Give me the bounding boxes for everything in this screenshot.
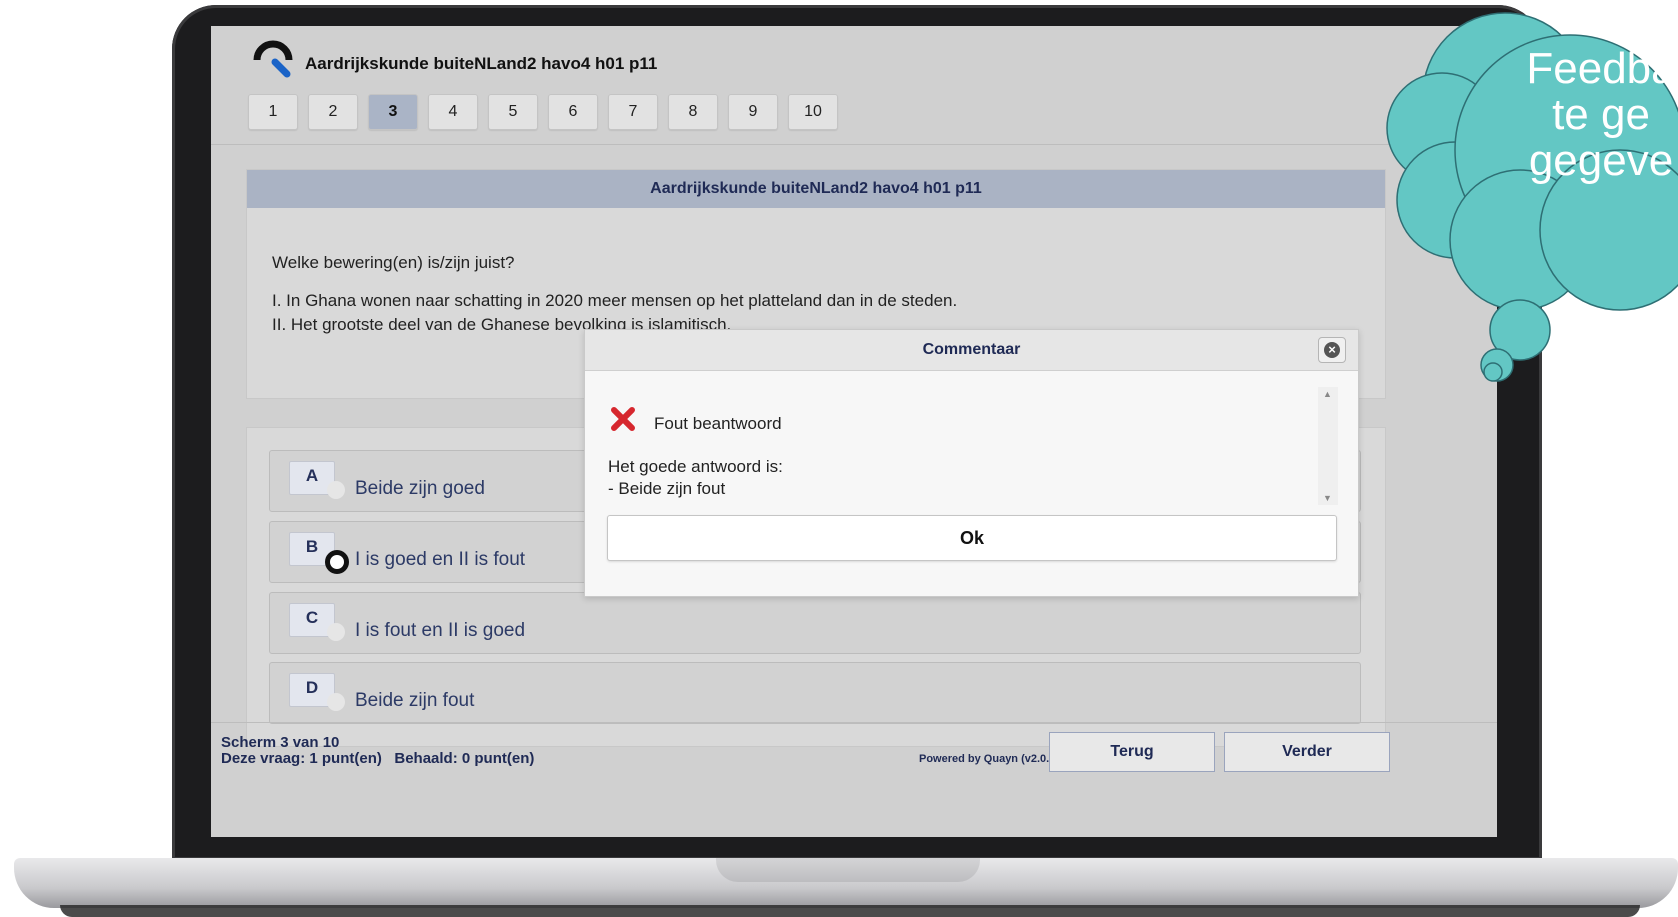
callout-text: Feedba te ge gegeve (1524, 46, 1678, 184)
question-pager: 1 2 3 4 5 6 7 8 9 10 (248, 94, 838, 130)
callout-line-2: te ge (1552, 90, 1650, 139)
question-statement-1: I. In Ghana wonen naar schatting in 2020… (272, 291, 958, 310)
correct-answer-label: Het goede antwoord is: (608, 457, 783, 476)
question-prompt: Welke bewering(en) is/zijn juist? (272, 253, 515, 272)
back-button[interactable]: Terug (1049, 732, 1215, 772)
radio-button[interactable] (327, 693, 345, 711)
ok-button[interactable]: Ok (607, 515, 1337, 561)
next-button[interactable]: Verder (1224, 732, 1390, 772)
header-divider (211, 144, 1497, 145)
footer-divider (211, 722, 1497, 723)
points-status: Deze vraag: 1 punt(en) Behaald: 0 punt(e… (221, 750, 535, 767)
radio-button[interactable] (327, 623, 345, 641)
error-cross-icon (611, 407, 635, 431)
answer-option-d[interactable]: D Beide zijn fout (269, 662, 1361, 724)
dialog-header: Commentaar × (585, 330, 1358, 371)
dialog-scrollbar[interactable]: ▲ ▼ (1318, 387, 1338, 505)
callout-line-1: Feedba (1526, 46, 1676, 93)
page-button-1[interactable]: 1 (248, 94, 298, 130)
radio-button-selected[interactable] (325, 550, 349, 574)
quayn-logo-icon (253, 40, 293, 78)
app-screen: Aardrijkskunde buiteNLand2 havo4 h01 p11… (211, 26, 1497, 837)
radio-button[interactable] (327, 481, 345, 499)
page-button-4[interactable]: 4 (428, 94, 478, 130)
dialog-body: Fout beantwoord Het goede antwoord is: -… (585, 371, 1358, 596)
laptop-shadow (60, 905, 1640, 917)
page-button-3[interactable]: 3 (368, 94, 418, 130)
page-button-8[interactable]: 8 (668, 94, 718, 130)
page-button-2[interactable]: 2 (308, 94, 358, 130)
laptop-notch (716, 858, 980, 882)
option-label: I is goed en II is fout (355, 549, 526, 570)
option-label: I is fout en II is goed (355, 620, 526, 641)
page-button-7[interactable]: 7 (608, 94, 658, 130)
feedback-dialog: Commentaar × Fout beantwoord Het goede a… (584, 329, 1359, 597)
dialog-title: Commentaar (922, 341, 1021, 358)
callout-line-3: gegeve (1528, 136, 1674, 184)
answer-option-c[interactable]: C I is fout en II is goed (269, 592, 1361, 654)
option-label: Beide zijn fout (355, 690, 475, 711)
correct-answer-value: - Beide zijn fout (608, 479, 726, 498)
screen-counter: Scherm 3 van 10 (221, 734, 340, 751)
result-text: Fout beantwoord (654, 414, 782, 433)
question-header: Aardrijkskunde buiteNLand2 havo4 h01 p11 (247, 170, 1385, 208)
close-icon[interactable]: × (1318, 337, 1346, 363)
page-button-10[interactable]: 10 (788, 94, 838, 130)
page-button-9[interactable]: 9 (728, 94, 778, 130)
option-label: Beide zijn goed (355, 478, 485, 499)
page-button-6[interactable]: 6 (548, 94, 598, 130)
page-button-5[interactable]: 5 (488, 94, 538, 130)
scroll-down-icon[interactable]: ▼ (1323, 493, 1332, 503)
powered-by: Powered by Quayn (v2.0.3.0) (919, 753, 1069, 765)
app-title: Aardrijkskunde buiteNLand2 havo4 h01 p11 (305, 54, 658, 73)
scroll-up-icon[interactable]: ▲ (1323, 389, 1332, 399)
